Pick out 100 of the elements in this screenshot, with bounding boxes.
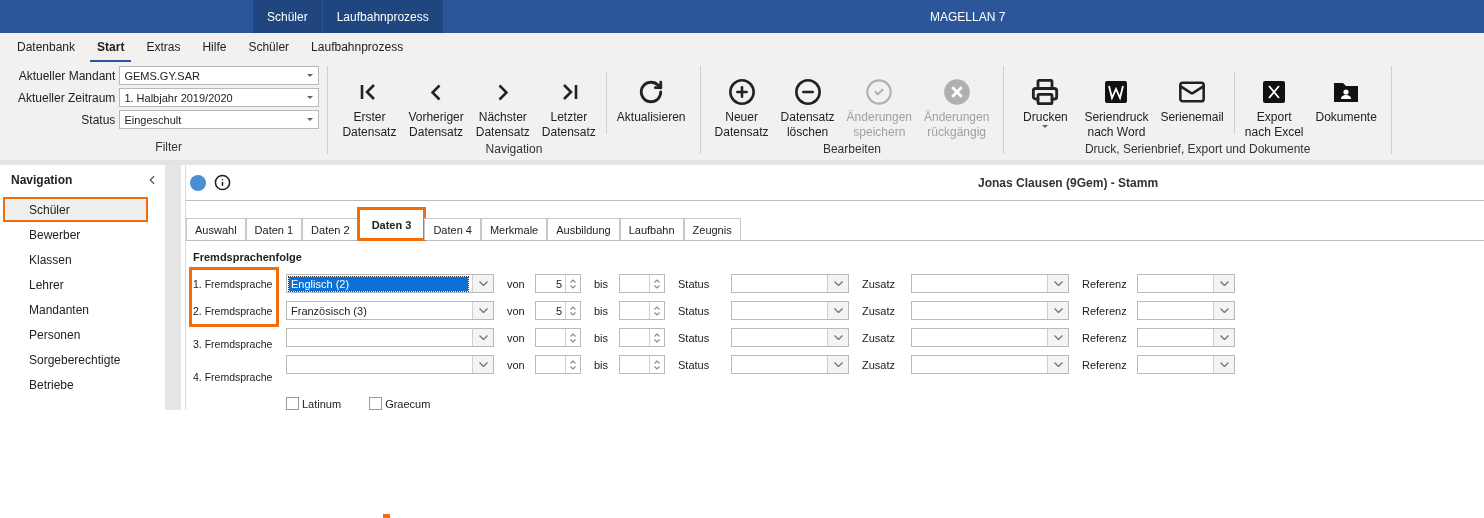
- addition-dropdown[interactable]: [911, 301, 1069, 320]
- field-label: 3. Fremdsprache: [192, 336, 274, 352]
- sidebar-item[interactable]: Mandanten: [3, 297, 148, 322]
- ribbon-tab[interactable]: Extras: [139, 40, 188, 62]
- refresh-icon: [638, 79, 665, 105]
- caret-icon: [307, 96, 314, 99]
- field-label: Status: [677, 358, 711, 371]
- addition-dropdown[interactable]: [911, 355, 1069, 374]
- spin-arrows-icon: [654, 278, 660, 289]
- reference-dropdown[interactable]: [1137, 355, 1235, 374]
- status-dropdown[interactable]: [731, 301, 849, 320]
- splitter-bar[interactable]: [165, 165, 181, 410]
- number-spinner[interactable]: [619, 301, 665, 320]
- chevron-down-icon: [478, 308, 488, 313]
- sidebar-title: Navigation: [11, 173, 73, 187]
- mail-icon: [1178, 78, 1207, 106]
- ribbon-button[interactable]: Erster Datensatz: [336, 66, 403, 140]
- number-spinner[interactable]: [619, 355, 665, 374]
- ribbon-button[interactable]: Serienemail: [1154, 66, 1230, 125]
- language-dropdown[interactable]: Englisch (2): [286, 274, 494, 293]
- status-dropdown[interactable]: [731, 274, 849, 293]
- number-spinner[interactable]: [535, 355, 581, 374]
- sidebar-item[interactable]: Personen: [3, 322, 148, 347]
- tab[interactable]: Daten 3: [358, 209, 425, 239]
- context-tab[interactable]: Schüler: [253, 0, 322, 33]
- language-dropdown[interactable]: Französisch (3): [286, 301, 494, 320]
- chevron-right-icon: [497, 83, 508, 101]
- number-spinner[interactable]: [535, 328, 581, 347]
- number-spinner[interactable]: [619, 328, 665, 347]
- status-dropdown[interactable]: [731, 355, 849, 374]
- group-label: Druck, Serienbrief, Export und Dokumente: [1083, 141, 1312, 156]
- addition-dropdown[interactable]: [911, 328, 1069, 347]
- number-spinner[interactable]: 5: [535, 274, 581, 293]
- sidebar-item[interactable]: Lehrer: [3, 272, 148, 297]
- field-label: Zusatz: [861, 277, 896, 290]
- chevron-down-icon: [1053, 308, 1063, 313]
- tab[interactable]: Ausbildung: [547, 218, 620, 240]
- sidebar-item[interactable]: Sorgeberechtigte: [3, 347, 148, 372]
- ribbon-button[interactable]: Drucken: [1012, 66, 1079, 128]
- filter-dropdown[interactable]: Eingeschult: [119, 110, 320, 129]
- spin-arrows-icon: [570, 332, 576, 343]
- ribbon-button[interactable]: Aktualisieren: [610, 66, 692, 125]
- reference-dropdown[interactable]: [1137, 328, 1235, 347]
- tab[interactable]: Auswahl: [186, 218, 246, 240]
- ribbon-tab[interactable]: Datenbank: [10, 40, 83, 62]
- x-circle-icon: [942, 78, 971, 106]
- sidebar-item[interactable]: Betriebe: [3, 372, 148, 397]
- tab[interactable]: Merkmale: [480, 218, 548, 240]
- ribbon-button[interactable]: Letzter Datensatz: [535, 66, 602, 140]
- filter-dropdown[interactable]: 1. Halbjahr 2019/2020: [119, 88, 320, 107]
- ribbon-tab[interactable]: Schüler: [241, 40, 297, 62]
- tab[interactable]: Daten 2: [302, 218, 359, 240]
- addition-dropdown[interactable]: [911, 274, 1069, 293]
- ribbon-button[interactable]: Datensatz löschen: [774, 66, 841, 140]
- tab[interactable]: Zeugnis: [683, 218, 741, 240]
- sidebar-item[interactable]: Klassen: [3, 247, 148, 272]
- number-spinner[interactable]: [619, 274, 665, 293]
- annotation-mark: [383, 514, 390, 518]
- language-dropdown[interactable]: [286, 328, 494, 347]
- chevron-down-icon: [478, 362, 488, 367]
- sidebar-item[interactable]: Bewerber: [3, 222, 148, 247]
- chevron-down-icon: [1219, 281, 1229, 286]
- chevron-down-icon: [1219, 362, 1229, 367]
- ribbon-tab[interactable]: Hilfe: [195, 40, 234, 62]
- ribbon-button[interactable]: Export nach Excel: [1238, 66, 1310, 140]
- spin-arrows-icon: [654, 305, 660, 316]
- reference-dropdown[interactable]: [1137, 301, 1235, 320]
- ribbon-button[interactable]: Nächster Datensatz: [469, 66, 536, 140]
- sidebar-item[interactable]: Schüler: [3, 197, 148, 222]
- filter-dropdown[interactable]: GEMS.GY.SAR: [119, 66, 320, 85]
- ribbon-tab[interactable]: Laufbahnprozess: [304, 40, 411, 62]
- group-label: Filter: [154, 139, 183, 154]
- field-label: Referenz: [1081, 331, 1128, 344]
- reference-dropdown[interactable]: [1137, 274, 1235, 293]
- ribbon-button[interactable]: Neuer Datensatz: [708, 66, 775, 140]
- window-title: MAGELLAN 7: [930, 10, 1006, 24]
- info-icon[interactable]: [214, 174, 231, 191]
- tab[interactable]: Daten 1: [245, 218, 303, 240]
- ribbon-button[interactable]: Seriendruck nach Word: [1078, 66, 1155, 140]
- checkbox[interactable]: Graecum: [369, 397, 431, 410]
- check-circle-icon: [865, 78, 894, 106]
- language-dropdown[interactable]: [286, 355, 494, 374]
- chevron-down-icon: [833, 335, 843, 340]
- field-label: Zusatz: [861, 304, 896, 317]
- field-label: von: [506, 277, 526, 290]
- ribbon-button[interactable]: Vorheriger Datensatz: [402, 66, 470, 140]
- tab[interactable]: Daten 4: [424, 218, 481, 240]
- number-spinner[interactable]: 5: [535, 301, 581, 320]
- field-label: bis: [593, 304, 610, 317]
- section-title: Fremdsprachenfolge: [193, 251, 303, 263]
- ribbon-button[interactable]: Dokumente: [1309, 66, 1383, 125]
- field-label: 4. Fremdsprache: [192, 369, 274, 385]
- context-tab[interactable]: Laufbahnprozess: [322, 0, 443, 33]
- status-dropdown[interactable]: [731, 328, 849, 347]
- minus-circle-icon: [793, 78, 822, 106]
- tab[interactable]: Laufbahn: [619, 218, 684, 240]
- caret-icon: [307, 118, 314, 121]
- checkbox[interactable]: Latinum: [286, 397, 342, 410]
- filter-label: Status: [80, 112, 116, 127]
- field-label: 2. Fremdsprache: [192, 303, 274, 319]
